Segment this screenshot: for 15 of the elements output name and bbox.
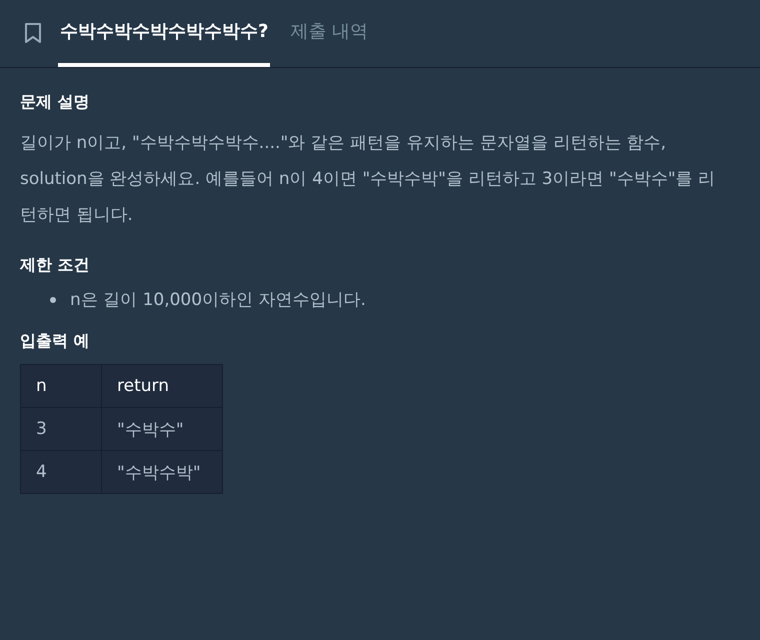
table-cell: 4	[20, 450, 102, 494]
constraint-text: n은 길이 10,000이하인 자연수입니다.	[70, 289, 366, 311]
column-header: n	[20, 364, 102, 408]
section-heading: 문제 설명	[20, 92, 91, 113]
tab[interactable]: 수박수박수박수박수박수?	[58, 0, 270, 67]
column-header: return	[102, 364, 222, 408]
tab[interactable]: 제출 내역	[288, 0, 370, 67]
bullet-icon	[50, 296, 56, 302]
bookmark-icon[interactable]	[24, 22, 42, 44]
table-cell: 3	[20, 408, 102, 450]
table-cell: "수박수"	[102, 408, 222, 450]
section-heading: 입출력 예	[20, 331, 91, 352]
table-cell: "수박수박"	[102, 450, 222, 494]
problem-description: 길이가 n이고, "수박수박수박수...."와 같은 패턴을 유지하는 문자열을 리턴하는 함수, solution을 완성하세요. 예를들어 n이 4이면 "수박수박"을 리턴하고 3이라면 "수박수"를 리턴하면 됩니다.	[20, 132, 716, 227]
section-heading: 제한 조건	[20, 255, 91, 276]
